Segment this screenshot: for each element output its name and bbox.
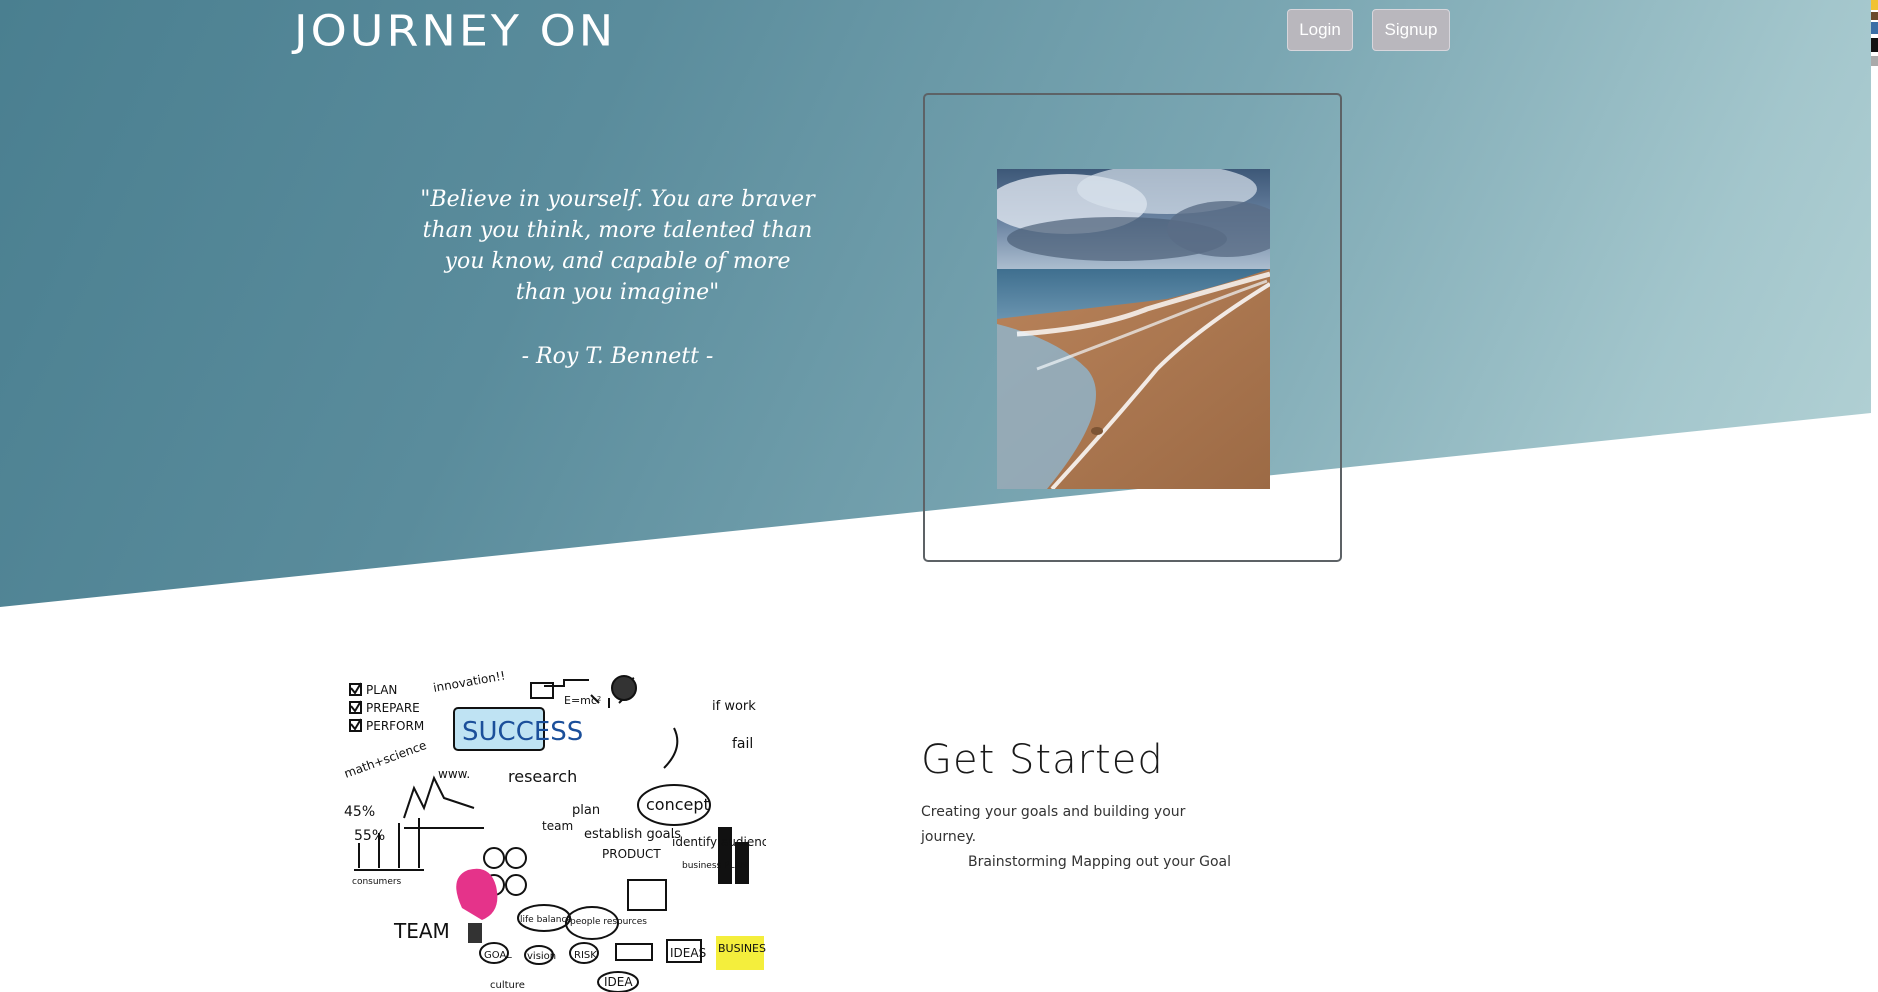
description-line-2: Brainstorming Mapping out your Goal [967,854,1231,870]
sketch-word: life balance [520,915,572,925]
sketch-word: GOAL [484,950,512,961]
section-title: Get Started [921,737,1164,783]
brand-logo[interactable]: Journey on [294,6,616,56]
sketch-word: concept [646,795,710,814]
section-description: Creating your goals and building your jo… [921,800,1231,875]
signup-button[interactable]: Signup [1372,9,1450,51]
sketch-word: team [542,819,573,833]
sketch-word: 45% [344,804,375,820]
login-button[interactable]: Login [1287,9,1353,51]
sketch-word: PERFORM [366,719,424,733]
sketch-word: www. [438,767,470,781]
sketch-word: plan [572,803,600,818]
sketch-word: business PLAN [682,861,748,871]
sketch-word: SUCCESS [462,717,583,747]
sketch-word: PREPARE [366,701,420,715]
sketch-word: identify audiences! [672,835,766,849]
scrollbar[interactable] [1871,0,1878,70]
sketch-word: E=mc² [564,694,601,707]
sketch-word: PRODUCT [602,847,661,861]
sketch-word: PLAN [366,683,397,697]
photo-frame [923,93,1342,562]
sketch-word: vision [527,951,556,962]
sketch-word: BUSINESS PLAN [718,942,766,955]
sketch-word: IDEA [604,975,633,989]
hero-quote: "Believe in yourself. You are braver tha… [420,187,815,305]
sketch-word: consumers [352,877,402,887]
sketch-word: establish goals [584,827,681,842]
sketch-word: innovation!! [432,668,506,694]
sketch-word: research [508,767,577,786]
sketch-word: 55% [354,828,385,844]
sketch-word: TEAM [393,919,450,943]
sketch-word: people resources [570,917,647,927]
description-line-1: Creating your goals and building your jo… [921,804,1186,845]
sketch-word: RISK [574,950,597,961]
sketch-word: if work [712,699,756,714]
sketch-word: culture [490,980,525,991]
quote-author: - Roy T. Bennett - [521,344,714,369]
beach-image [997,169,1270,489]
brainstorm-sketch-image: PLAN PREPARE PERFORM innovation!! E=mc² … [344,668,766,992]
sketch-word: fail [732,736,753,752]
sketch-word: math+science [344,738,428,781]
sketch-word: IDEAS [670,946,706,960]
